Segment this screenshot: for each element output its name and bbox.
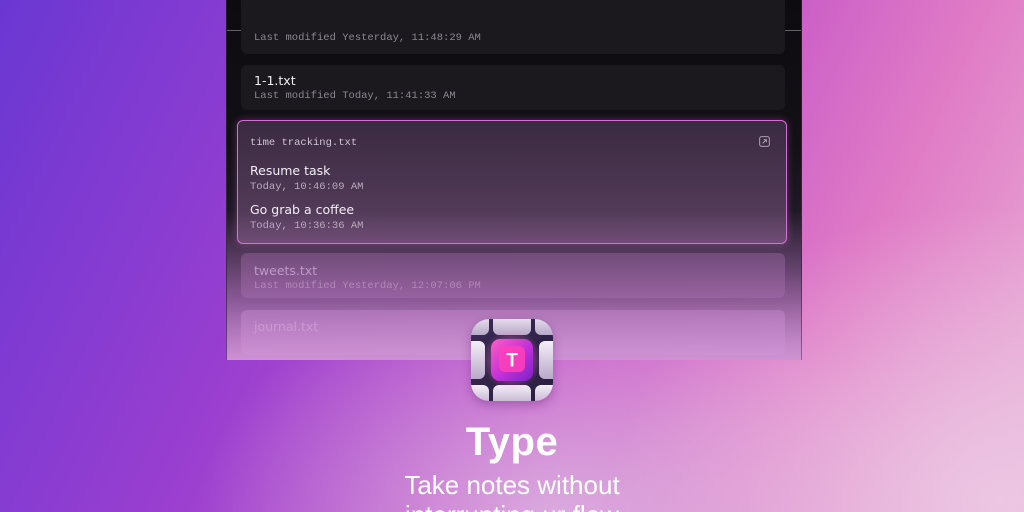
app-keycap-icon: T <box>471 319 553 401</box>
file-card[interactable]: tweets.txt Last modified Yesterday, 12:0… <box>241 253 785 298</box>
file-modified: Last modified Yesterday, 12:07:06 PM <box>254 280 481 292</box>
file-name: tweets.txt <box>254 263 318 278</box>
active-file-card[interactable]: time tracking.txt Resume task Today, 10:… <box>237 120 787 244</box>
file-modified: Last modified Yesterday, 11:48:29 AM <box>254 32 481 44</box>
app-tagline: Take notes without interrupting ur flow <box>0 470 1024 512</box>
file-modified: Last modified Today, 11:41:33 AM <box>254 90 456 102</box>
entry-text: Resume task <box>250 163 331 178</box>
marketing-banner: { "prompt": { "placeholder": "Type what'… <box>0 0 1024 512</box>
file-card[interactable]: Last modified Yesterday, 11:48:29 AM <box>241 0 785 54</box>
app-icon-letter: T <box>506 351 518 372</box>
open-external-icon[interactable] <box>759 136 770 147</box>
active-file-name: time tracking.txt <box>250 137 358 149</box>
entry-time: Today, 10:36:36 AM <box>250 220 364 232</box>
app-window: Last modified Yesterday, 11:48:29 AM 1-1… <box>226 0 802 360</box>
file-name: journal.txt <box>254 319 319 334</box>
tagline-line: Take notes without <box>404 470 620 500</box>
file-card[interactable]: 1-1.txt Last modified Today, 11:41:33 AM <box>241 65 785 110</box>
file-name: 1-1.txt <box>254 73 296 88</box>
entry-text: Go grab a coffee <box>250 202 355 217</box>
tagline-line: interrupting ur flow <box>0 500 1024 512</box>
entry-time: Today, 10:46:09 AM <box>250 181 364 193</box>
app-name: Type <box>465 420 559 464</box>
